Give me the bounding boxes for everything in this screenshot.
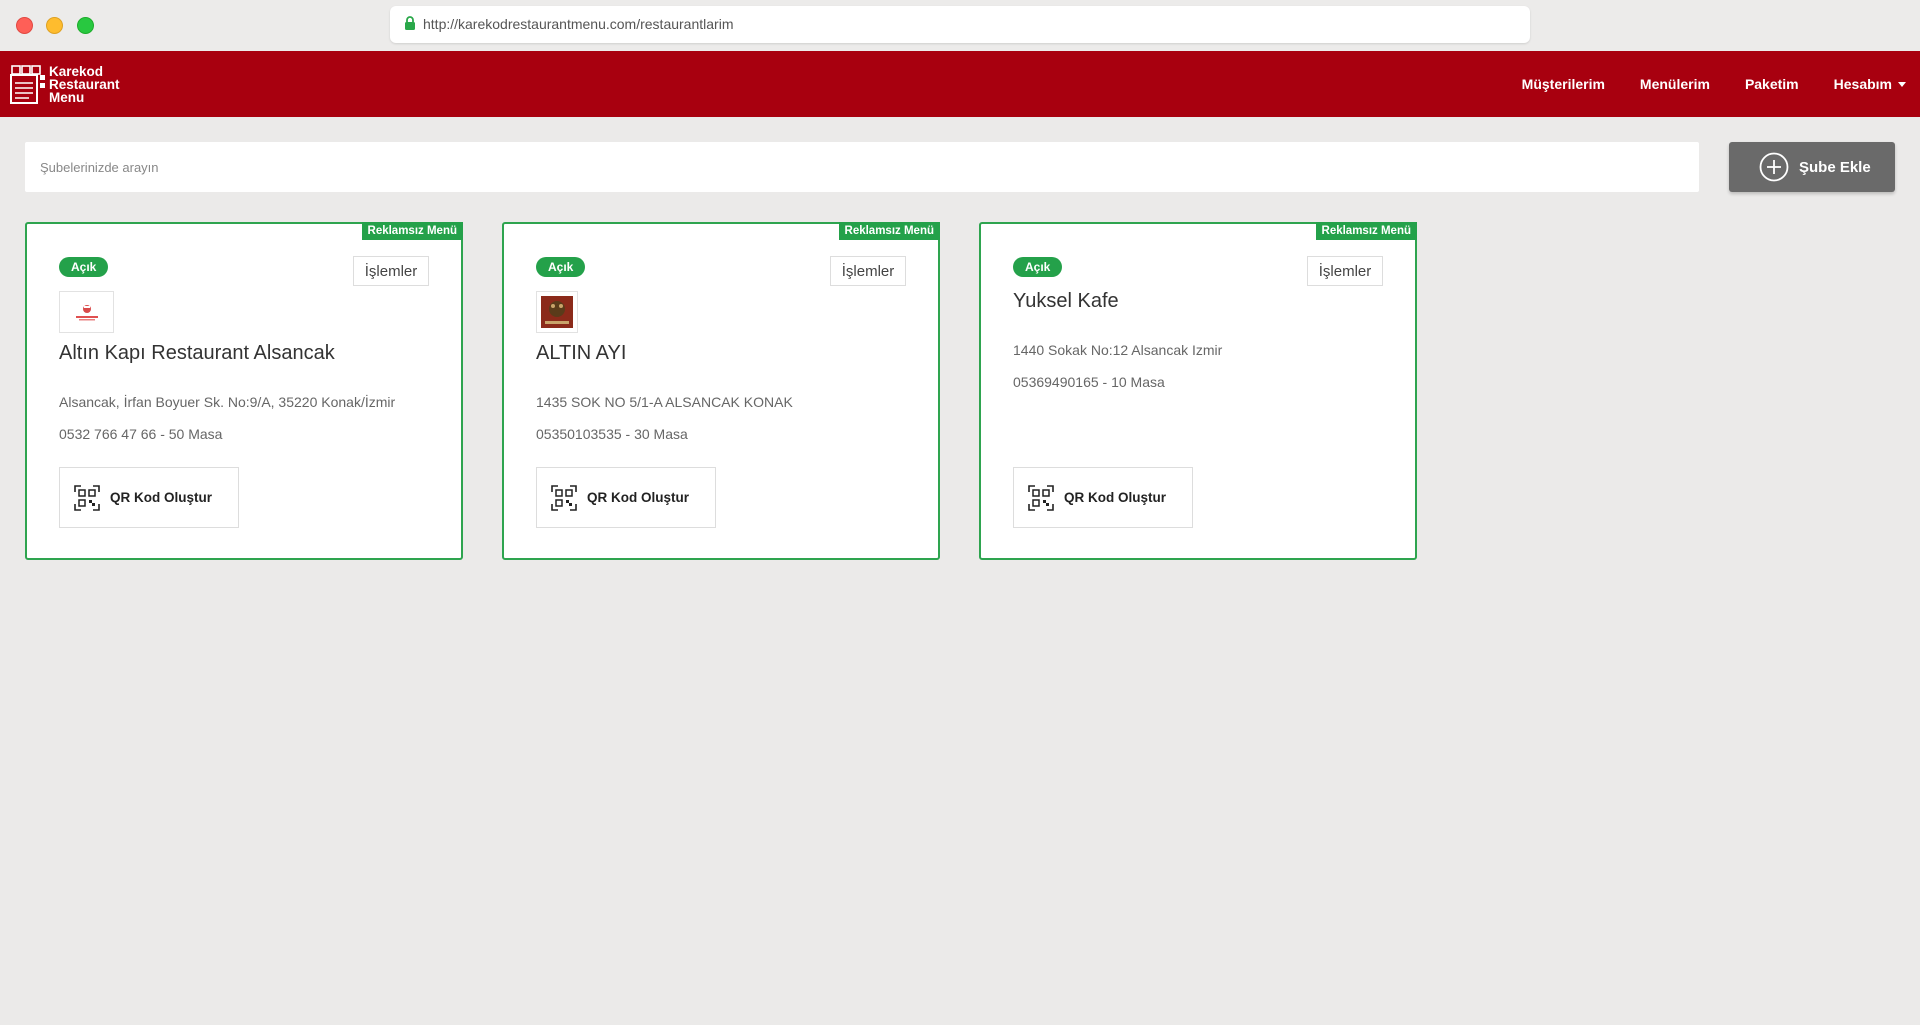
qr-code-icon <box>74 484 100 511</box>
minimize-window-button[interactable] <box>46 17 63 34</box>
branch-address: 1435 SOK NO 5/1-A ALSANCAK KONAK <box>536 394 793 410</box>
top-navbar: Karekod Restaurant Menu Müşterilerim Men… <box>0 51 1920 117</box>
branch-name: Altın Kapı Restaurant Alsancak <box>59 342 335 364</box>
address-bar[interactable]: http://karekodrestaurantmenu.com/restaur… <box>390 6 1530 43</box>
brand-line-3: Menu <box>49 89 85 105</box>
add-branch-label: Şube Ekle <box>1799 158 1871 176</box>
url-text: http://karekodrestaurantmenu.com/restaur… <box>423 16 734 32</box>
plus-circle-icon <box>1759 152 1789 182</box>
branch-phone-tables: 0532 766 47 66 - 50 Masa <box>59 426 223 442</box>
status-badge: Açık <box>59 257 109 277</box>
branch-name: ALTIN AYI <box>536 342 627 364</box>
branch-name: Yuksel Kafe <box>1013 290 1119 312</box>
create-qr-label: QR Kod Oluştur <box>1064 490 1166 505</box>
nav-account-label: Hesabım <box>1833 76 1892 92</box>
add-branch-button[interactable]: Şube Ekle <box>1729 142 1895 192</box>
close-window-button[interactable] <box>16 17 33 34</box>
nav-account-dropdown[interactable]: Hesabım <box>1834 76 1906 92</box>
caret-down-icon <box>1898 81 1906 87</box>
ad-free-badge: Reklamsız Menü <box>361 222 463 240</box>
brand-line-2: Restaurant <box>49 76 120 92</box>
actions-button[interactable]: İşlemler <box>830 256 906 286</box>
qr-code-icon <box>551 484 577 511</box>
restaurant-logo <box>59 291 114 333</box>
branch-address: Alsancak, İrfan Boyuer Sk. No:9/A, 35220… <box>59 394 396 410</box>
branch-card: Reklamsız Menü Açık İşlemler ALTIN AYI 1… <box>502 222 940 560</box>
create-qr-label: QR Kod Oluştur <box>110 490 212 505</box>
maximize-window-button[interactable] <box>77 17 94 34</box>
branch-card: Reklamsız Menü Açık İşlemler Yuksel Kafe… <box>979 222 1417 560</box>
browser-toolbar: http://karekodrestaurantmenu.com/restaur… <box>0 0 1920 51</box>
branch-phone-tables: 05350103535 - 30 Masa <box>536 426 688 442</box>
create-qr-button[interactable]: QR Kod Oluştur <box>59 467 239 528</box>
lock-icon <box>405 16 415 30</box>
brand-line-1: Karekod <box>49 63 104 79</box>
ad-free-badge: Reklamsız Menü <box>1315 222 1417 240</box>
restaurant-logo-image <box>541 296 573 328</box>
branch-search <box>25 142 1699 192</box>
create-qr-button[interactable]: QR Kod Oluştur <box>1013 467 1193 528</box>
nav-customers[interactable]: Müşterilerim <box>1522 76 1605 92</box>
branch-card: Reklamsız Menü Açık İşlemler Altın Kapı … <box>25 222 463 560</box>
nav-menus[interactable]: Menülerim <box>1640 76 1710 92</box>
actions-button[interactable]: İşlemler <box>353 256 429 286</box>
create-qr-label: QR Kod Oluştur <box>587 490 689 505</box>
brand-logo[interactable]: Karekod Restaurant Menu <box>9 60 120 108</box>
qr-menu-logo-icon <box>10 65 45 104</box>
restaurant-logo-image <box>75 305 98 321</box>
ad-free-badge: Reklamsız Menü <box>838 222 940 240</box>
qr-code-icon <box>1028 484 1054 511</box>
status-badge: Açık <box>1013 257 1063 277</box>
status-badge: Açık <box>536 257 586 277</box>
actions-button[interactable]: İşlemler <box>1307 256 1383 286</box>
restaurant-logo <box>536 291 578 333</box>
create-qr-button[interactable]: QR Kod Oluştur <box>536 467 716 528</box>
branch-address: 1440 Sokak No:12 Alsancak Izmir <box>1013 342 1223 358</box>
nav-package[interactable]: Paketim <box>1745 76 1799 92</box>
branch-phone-tables: 05369490165 - 10 Masa <box>1013 374 1165 390</box>
branch-search-input[interactable] <box>25 142 1699 192</box>
